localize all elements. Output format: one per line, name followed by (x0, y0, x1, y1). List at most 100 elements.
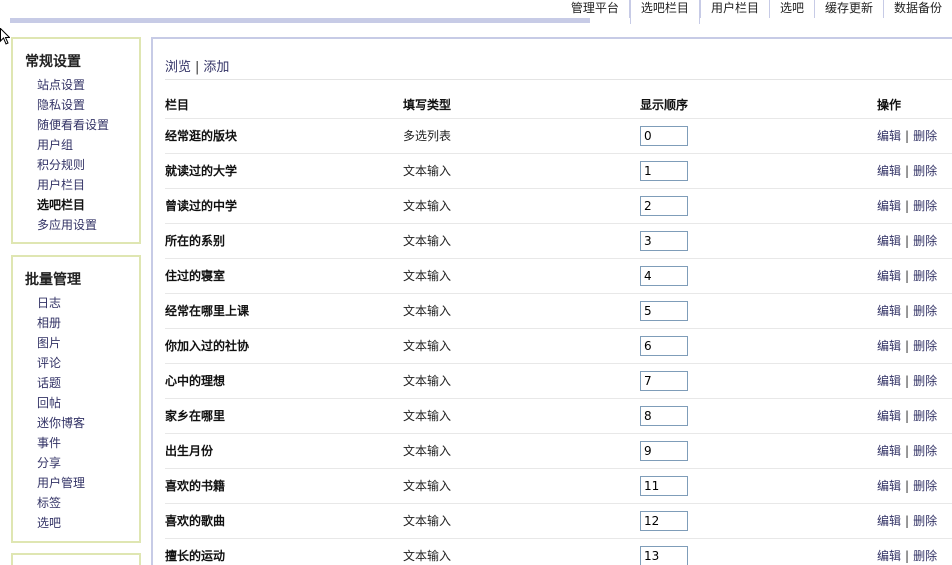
sidebar-batch-item[interactable]: 话题 (37, 373, 139, 393)
row-name: 经常在哪里上课 (165, 293, 403, 329)
row-ops: 编辑 | 删除 (877, 398, 952, 434)
edit-link[interactable]: 编辑 (877, 549, 901, 563)
row-order-cell (640, 433, 877, 469)
edit-link[interactable]: 编辑 (877, 164, 901, 178)
order-input[interactable] (640, 125, 688, 146)
browse-link[interactable]: 浏览 (165, 60, 191, 75)
table-row: 就读过的大学文本输入 编辑 |删除 (165, 153, 952, 189)
delete-link[interactable]: 删除 (913, 514, 937, 528)
delete-link[interactable]: 删除 (913, 374, 937, 388)
delete-link[interactable]: 删除 (913, 129, 937, 143)
delete-link[interactable]: 删除 (913, 549, 937, 563)
order-input[interactable] (640, 475, 688, 496)
sidebar-batch-item[interactable]: 事件 (37, 433, 139, 453)
row-ops: 编辑 | 删除 (877, 468, 952, 504)
op-separator: | (905, 479, 910, 493)
sidebar-batch-item[interactable]: 迷你博客 (37, 413, 139, 433)
tab-3[interactable]: 选吧 (770, 0, 814, 20)
delete-link[interactable]: 删除 (913, 269, 937, 283)
delete-link[interactable]: 删除 (913, 444, 937, 458)
delete-link[interactable]: 删除 (913, 164, 937, 178)
table-row: 擅长的运动文本输入 编辑 |删除 (165, 538, 952, 565)
tab-4[interactable]: 缓存更新 (815, 0, 883, 20)
main-panel: 浏览|添加 栏目 填写类型 显示顺序 操作 经常逛的版块多选列表编辑|删除就读过… (151, 37, 952, 565)
row-type: 文本输入 (403, 398, 640, 434)
delete-link[interactable]: 删除 (913, 409, 937, 423)
row-order-cell (640, 188, 877, 224)
tab-5[interactable]: 数据备份 (884, 0, 952, 20)
sidebar-general-item[interactable]: 选吧栏目 (37, 195, 139, 215)
order-input[interactable] (640, 440, 688, 461)
order-input[interactable] (640, 370, 688, 391)
order-input[interactable] (640, 405, 688, 426)
row-name: 经常逛的版块 (165, 118, 403, 154)
order-input[interactable] (640, 335, 688, 356)
sidebar-batch-item[interactable]: 用户管理 (37, 473, 139, 493)
sidebar-general-item[interactable]: 多应用设置 (37, 215, 139, 235)
sidebar-batch-item[interactable]: 标签 (37, 493, 139, 513)
add-link[interactable]: 添加 (203, 60, 229, 75)
row-order-cell (640, 328, 877, 364)
order-input[interactable] (640, 195, 688, 216)
tab-1[interactable]: 选吧栏目 (629, 0, 700, 24)
row-ops: 编辑 | 删除 (877, 328, 952, 364)
row-ops: 编辑 | 删除 (877, 258, 952, 294)
sidebar-batch-item[interactable]: 选吧 (37, 513, 139, 533)
order-input[interactable] (640, 300, 688, 321)
sidebar-general-item[interactable]: 用户组 (37, 135, 139, 155)
tab-2[interactable]: 用户栏目 (701, 0, 769, 20)
delete-link[interactable]: 删除 (913, 479, 937, 493)
op-separator: | (905, 129, 910, 143)
sidebar-general-item[interactable]: 隐私设置 (37, 95, 139, 115)
order-input[interactable] (640, 230, 688, 251)
row-order-cell (640, 538, 877, 565)
edit-link[interactable]: 编辑 (877, 129, 901, 143)
delete-link[interactable]: 删除 (913, 339, 937, 353)
row-order-cell (640, 468, 877, 504)
sidebar-batch-item[interactable]: 评论 (37, 353, 139, 373)
row-name: 擅长的运动 (165, 538, 403, 565)
sidebar-next-box (11, 553, 141, 565)
delete-link[interactable]: 删除 (913, 199, 937, 213)
order-input[interactable] (640, 510, 688, 531)
table-row: 曾读过的中学文本输入 编辑 |删除 (165, 188, 952, 224)
sidebar-batch-item[interactable]: 回帖 (37, 393, 139, 413)
columns-table: 栏目 填写类型 显示顺序 操作 经常逛的版块多选列表编辑|删除就读过的大学文本输… (165, 92, 952, 565)
delete-link[interactable]: 删除 (913, 304, 937, 318)
sidebar-general-item[interactable]: 用户栏目 (37, 175, 139, 195)
order-input[interactable] (640, 545, 688, 565)
sidebar-general-item[interactable]: 积分规则 (37, 155, 139, 175)
row-name: 就读过的大学 (165, 153, 403, 189)
row-type: 文本输入 (403, 433, 640, 469)
edit-link[interactable]: 编辑 (877, 479, 901, 493)
subnav-separator: | (195, 60, 200, 75)
edit-link[interactable]: 编辑 (877, 409, 901, 423)
sidebar-batch-item[interactable]: 日志 (37, 293, 139, 313)
edit-link[interactable]: 编辑 (877, 339, 901, 353)
edit-link[interactable]: 编辑 (877, 199, 901, 213)
order-input[interactable] (640, 265, 688, 286)
edit-link[interactable]: 编辑 (877, 234, 901, 248)
sidebar-batch-item[interactable]: 图片 (37, 333, 139, 353)
header-type: 填写类型 (403, 92, 640, 119)
row-type: 文本输入 (403, 223, 640, 259)
edit-link[interactable]: 编辑 (877, 444, 901, 458)
sidebar-batch-title: 批量管理 (25, 272, 81, 288)
row-ops: 编辑 | 删除 (877, 503, 952, 539)
edit-link[interactable]: 编辑 (877, 304, 901, 318)
delete-link[interactable]: 删除 (913, 234, 937, 248)
sidebar-general-item[interactable]: 随便看看设置 (37, 115, 139, 135)
row-type: 多选列表 (403, 118, 640, 154)
op-separator: | (905, 164, 910, 178)
sidebar-general-item[interactable]: 站点设置 (37, 75, 139, 95)
edit-link[interactable]: 编辑 (877, 269, 901, 283)
op-separator: | (905, 409, 910, 423)
row-type: 文本输入 (403, 188, 640, 224)
edit-link[interactable]: 编辑 (877, 514, 901, 528)
order-input[interactable] (640, 160, 688, 181)
tab-0[interactable]: 管理平台 (561, 0, 629, 20)
sidebar-batch-item[interactable]: 相册 (37, 313, 139, 333)
sidebar-batch-item[interactable]: 分享 (37, 453, 139, 473)
edit-link[interactable]: 编辑 (877, 374, 901, 388)
table-row: 所在的系别文本输入 编辑 |删除 (165, 223, 952, 259)
